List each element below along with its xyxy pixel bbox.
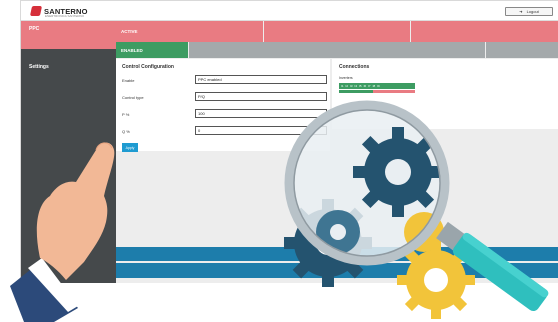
logout-label: Logout <box>526 9 539 14</box>
sidebar-item-label: Settings <box>29 64 49 70</box>
status-row-enabled: ENABLED <box>116 42 558 58</box>
panel-title: Control Configuration <box>122 64 174 70</box>
field-label: Q % <box>122 129 130 134</box>
inverter-chip[interactable]: I7 <box>368 84 371 88</box>
status-row-active: ACTIVE <box>116 21 558 42</box>
inverter-chip[interactable]: I3 <box>350 84 353 88</box>
logo-mark-icon <box>29 6 43 16</box>
top-bar: SANTERNO ENERTRONICA SANTERNO ➜ Logout <box>21 1 558 21</box>
sidebar-item-ppc[interactable]: PPC <box>21 21 116 49</box>
field-label: Enable <box>122 78 135 83</box>
inverter-chip[interactable]: I8 <box>373 84 376 88</box>
sidebar-item-settings[interactable]: Settings <box>21 59 116 87</box>
inverter-status-bar <box>339 90 415 93</box>
inverter-chip[interactable]: I2 <box>346 84 349 88</box>
logout-button[interactable]: ➜ Logout <box>505 7 553 16</box>
sidebar: PPC Settings <box>21 21 116 283</box>
app-window: SANTERNO ENERTRONICA SANTERNO ➜ Logout P… <box>20 0 558 283</box>
field-label: P % <box>122 112 130 117</box>
inverter-chip[interactable]: I5 <box>359 84 362 88</box>
status-cell <box>189 42 485 58</box>
illustration-stage: SANTERNO ENERTRONICA SANTERNO ➜ Logout P… <box>0 0 558 322</box>
inverters-list: I1 I2 I3 I4 I5 I6 I7 I8 I9 <box>339 83 415 89</box>
q-percent-input[interactable]: 0 <box>195 126 327 135</box>
status-cell <box>486 42 558 58</box>
form-row-control-type: Control type P/Q <box>122 91 327 108</box>
panel-title: Connections <box>339 64 370 70</box>
brand-tagline: ENERTRONICA SANTERNO <box>45 14 85 18</box>
enable-select[interactable]: PPC enabled <box>195 75 327 84</box>
form-row-enable: Enable PPC enabled <box>122 74 327 91</box>
status-cell <box>411 21 558 42</box>
p-percent-input[interactable]: 100 <box>195 109 327 118</box>
apply-button[interactable]: Apply <box>122 143 138 152</box>
status-cell <box>263 21 411 42</box>
logout-icon: ➜ <box>519 9 523 14</box>
blue-band <box>116 247 558 261</box>
inverter-chip[interactable]: I6 <box>364 84 367 88</box>
inverter-chip[interactable]: I1 <box>341 84 344 88</box>
inverter-chip[interactable]: I4 <box>355 84 358 88</box>
main-content: ACTIVE ENABLED Control Configuration Ena… <box>116 21 558 283</box>
form-row-p: P % 100 <box>122 108 327 125</box>
inverter-chip[interactable]: I9 <box>377 84 380 88</box>
control-configuration-panel: Control Configuration Enable PPC enabled… <box>116 59 330 152</box>
active-status-cell: ACTIVE <box>116 21 263 42</box>
blue-band <box>116 263 558 278</box>
control-type-select[interactable]: P/Q <box>195 92 327 101</box>
connections-panel: Connections Inverters I1 I2 I3 I4 I5 I6 … <box>332 59 558 129</box>
sidebar-item-label: PPC <box>29 26 40 32</box>
field-label: Control type <box>122 95 144 100</box>
inverters-label: Inverters <box>339 76 353 80</box>
enabled-status-cell: ENABLED <box>116 42 188 58</box>
form-row-q: Q % 0 <box>122 125 327 142</box>
